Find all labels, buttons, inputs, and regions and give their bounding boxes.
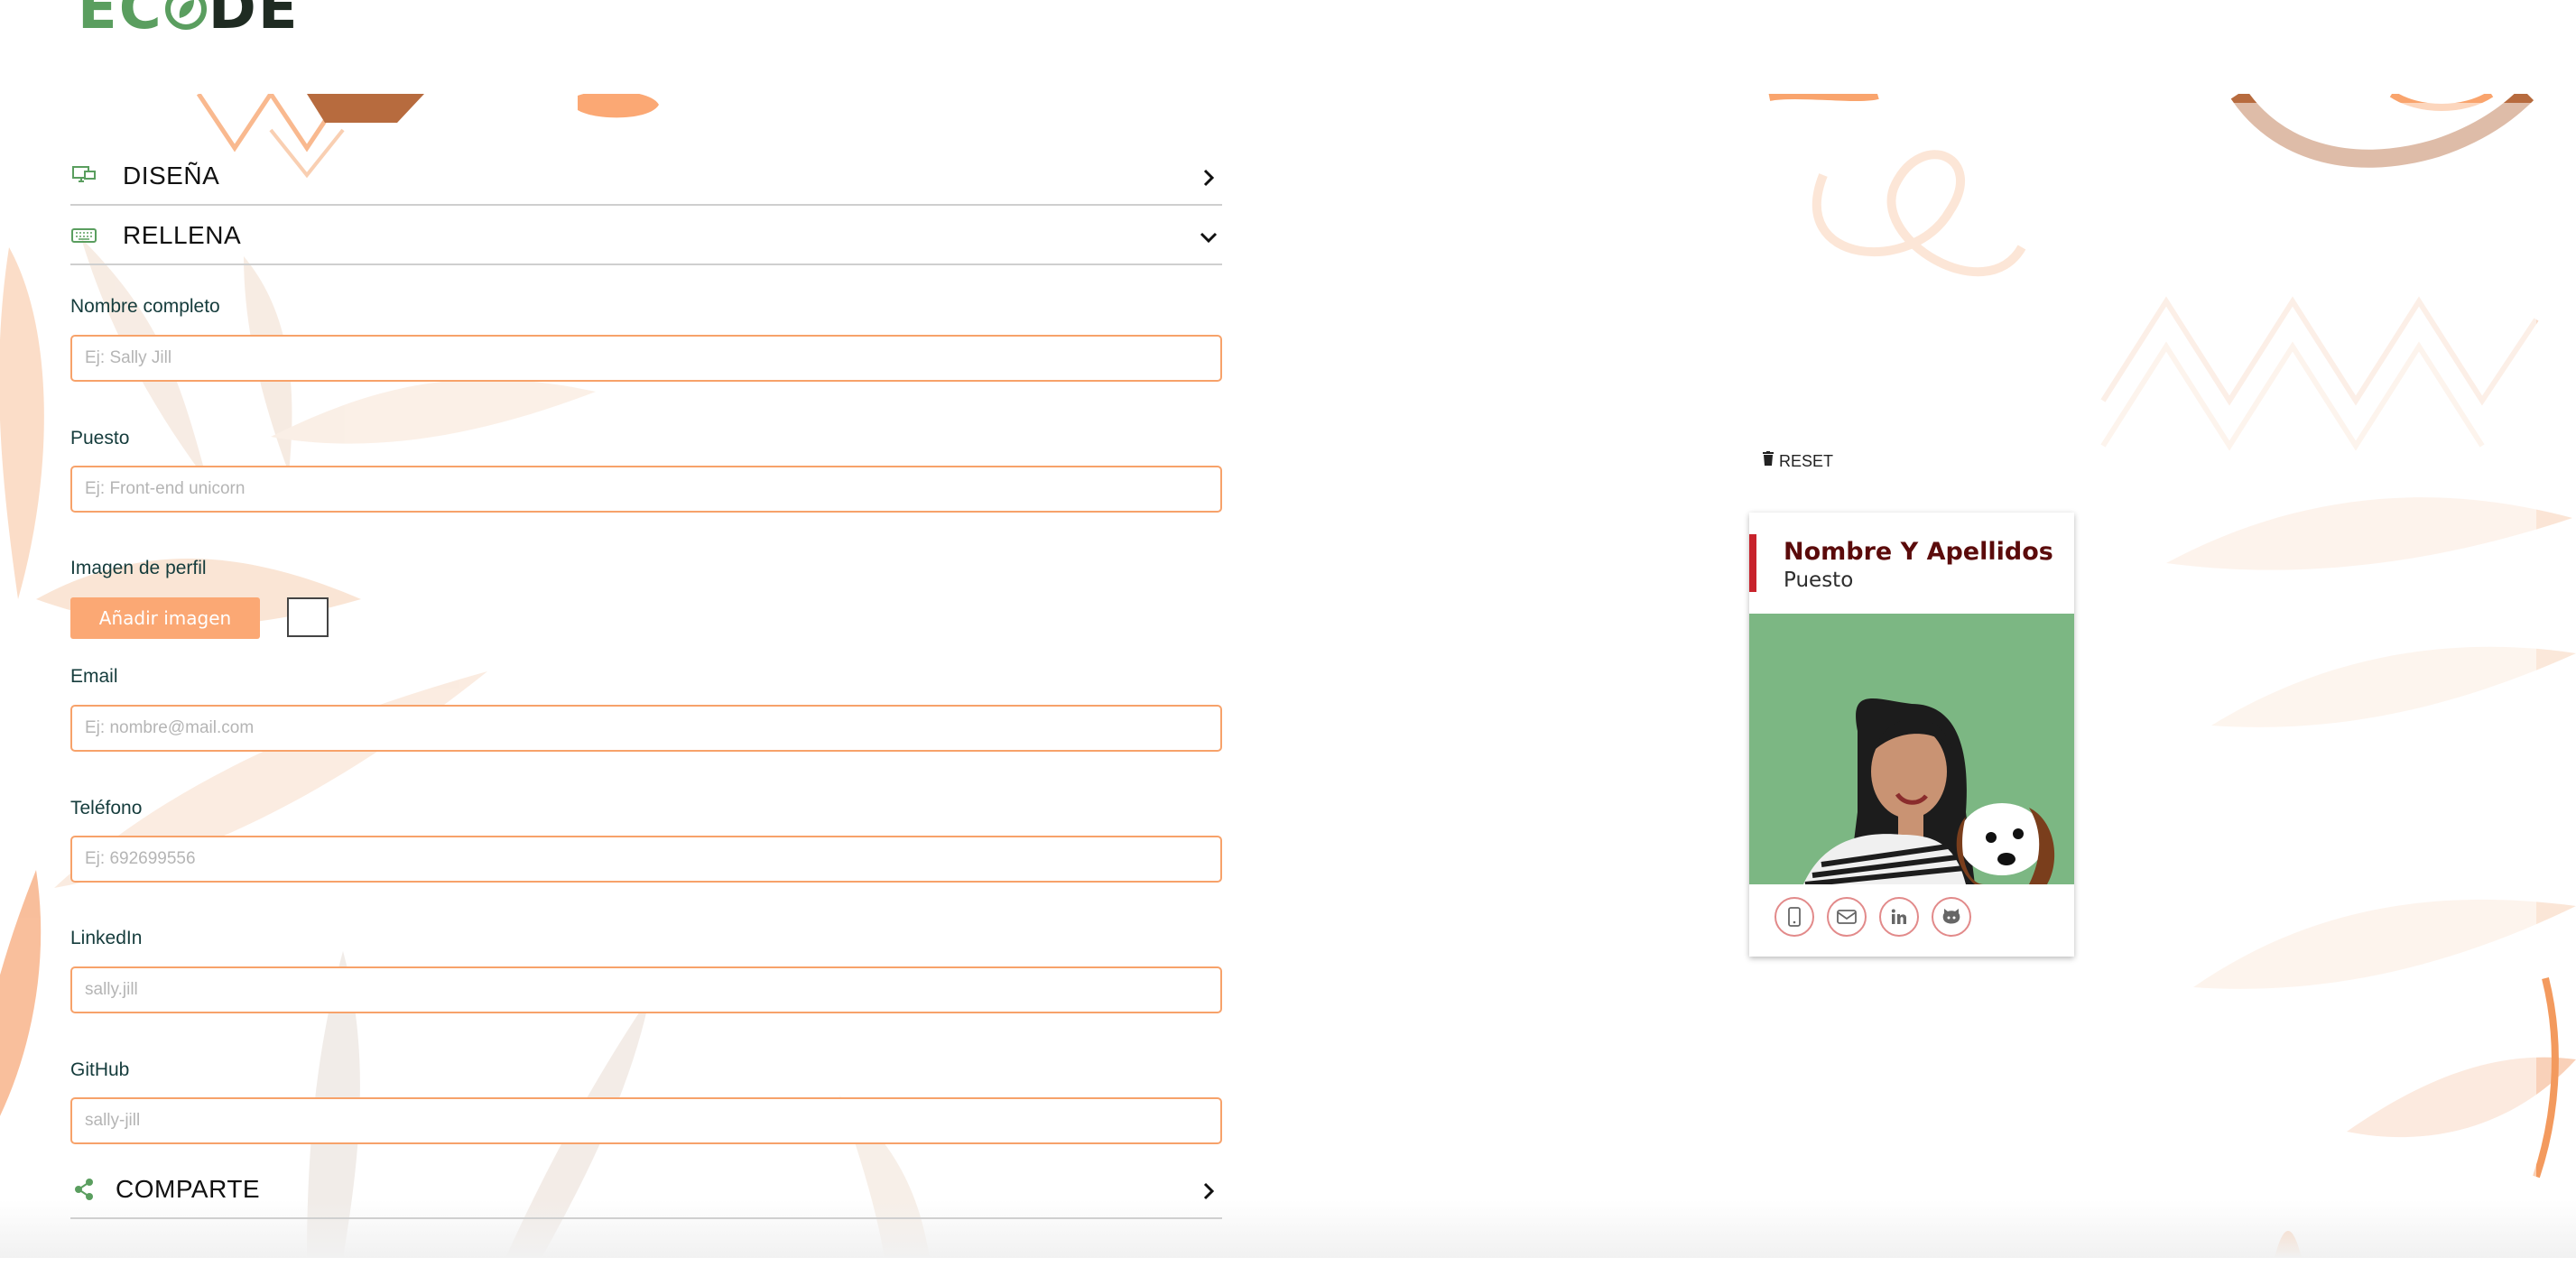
share-icon <box>70 1176 97 1203</box>
phone-input[interactable] <box>70 836 1222 883</box>
logo-text-end: DE <box>208 0 300 42</box>
linkedin-icon[interactable] <box>1879 897 1919 937</box>
reset-label: RESET <box>1779 451 1834 470</box>
mobile-icon[interactable] <box>1774 897 1814 937</box>
name-label: Nombre completo <box>70 296 220 317</box>
add-image-button[interactable]: Añadir imagen <box>70 597 260 639</box>
leaf-icon <box>164 0 207 30</box>
email-label: Email <box>70 666 118 687</box>
logo-text-start: EC <box>78 0 163 42</box>
profile-card: Nombre Y Apellidos Puesto <box>1749 513 2074 957</box>
card-name: Nombre Y Apellidos <box>1784 538 2053 566</box>
chevron-down-icon[interactable] <box>1195 224 1222 251</box>
profile-photo <box>1749 614 2074 884</box>
name-input[interactable] <box>70 335 1222 382</box>
section-design-title: DISEÑA <box>123 162 220 190</box>
chevron-right-icon[interactable] <box>1195 164 1222 191</box>
card-accent-bar <box>1749 534 1756 592</box>
section-fill-header[interactable]: RELLENA <box>70 208 1222 265</box>
phone-label: Teléfono <box>70 798 143 818</box>
keyboard-icon <box>70 222 97 249</box>
envelope-icon[interactable] <box>1827 897 1867 937</box>
github-input[interactable] <box>70 1097 1222 1144</box>
card-job: Puesto <box>1784 569 1854 592</box>
reset-button[interactable]: RESET <box>1762 451 1833 471</box>
monitor-icon <box>70 162 97 190</box>
github-icon[interactable] <box>1932 897 1971 937</box>
chevron-right-icon[interactable] <box>1195 1178 1222 1205</box>
github-label: GitHub <box>70 1059 130 1080</box>
section-share-header[interactable]: COMPARTE <box>70 1161 1222 1219</box>
trash-icon <box>1762 451 1774 471</box>
linkedin-label: LinkedIn <box>70 928 143 948</box>
image-preview-thumbnail <box>287 597 329 637</box>
card-header: Nombre Y Apellidos Puesto <box>1749 534 2074 594</box>
section-fill-title: RELLENA <box>123 221 242 249</box>
job-label: Puesto <box>70 428 130 448</box>
linkedin-input[interactable] <box>70 966 1222 1013</box>
email-input[interactable] <box>70 705 1222 752</box>
section-design-header[interactable]: DISEÑA <box>70 148 1222 206</box>
card-social-links <box>1774 897 1971 937</box>
job-input[interactable] <box>70 466 1222 513</box>
photo-label: Imagen de perfil <box>70 558 207 578</box>
section-share-title: COMPARTE <box>116 1175 261 1203</box>
app-logo[interactable]: EC DE <box>78 0 300 38</box>
